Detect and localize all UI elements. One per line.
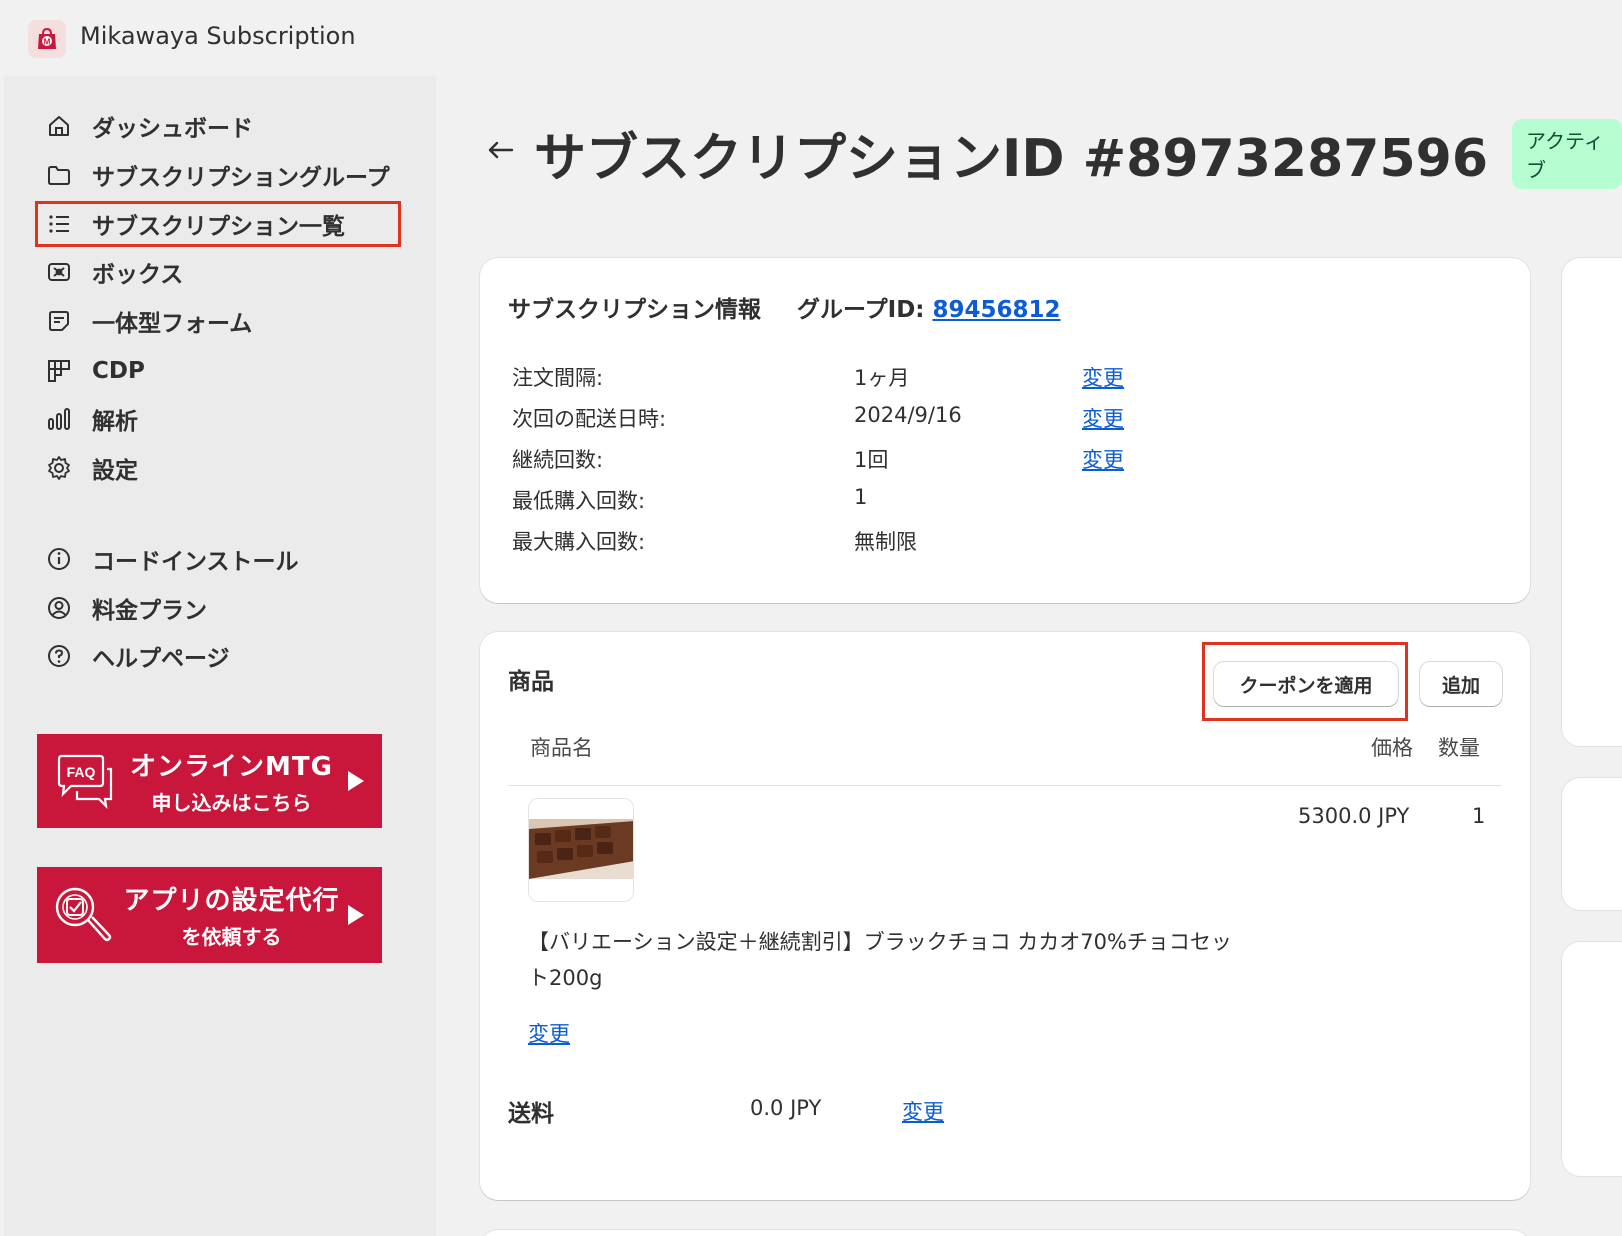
play-arrow-icon: [348, 771, 364, 791]
play-arrow-icon: [348, 905, 364, 925]
svg-text:M: M: [44, 38, 51, 47]
promo-title: オンラインMTG: [130, 752, 333, 782]
sidebar-item-label: ダッシュボード: [92, 116, 253, 142]
app-title: Mikawaya Subscription: [80, 22, 356, 50]
column-quantity: 数量: [1438, 736, 1480, 760]
info-heading: サブスクリプション情報: [508, 297, 761, 323]
sidebar-item-subscription-groups[interactable]: サブスクリプショングループ: [44, 155, 404, 195]
sidebar-item-dashboard[interactable]: ダッシュボード: [44, 106, 404, 146]
sidebar-item-cdp[interactable]: CDP: [44, 351, 404, 391]
side-card: [1562, 942, 1622, 1176]
subscription-info-card: サブスクリプション情報 グループID: 89456812 注文間隔: 1ヶ月 変…: [480, 258, 1530, 603]
sidebar-item-subscription-list[interactable]: サブスクリプション一覧: [35, 201, 401, 247]
shipping-value: 0.0 JPY: [750, 1096, 822, 1120]
sidebar-item-settings[interactable]: 設定: [44, 448, 404, 488]
change-count-link[interactable]: 変更: [1082, 444, 1124, 474]
faq-chat-icon: FAQ: [55, 753, 115, 809]
side-card: [1562, 778, 1622, 910]
promo-title: アプリの設定代行: [123, 886, 340, 916]
sidebar-item-label: ヘルプページ: [92, 646, 230, 672]
sidebar-item-help-page[interactable]: ヘルプページ: [44, 636, 404, 676]
setup-service-banner[interactable]: アプリの設定代行 を依頼する: [37, 867, 382, 963]
sidebar: ダッシュボード サブスクリプショングループ サブスクリプション一覧 ボックス 一…: [4, 76, 436, 1236]
info-icon: [44, 544, 74, 574]
products-card: 商品 クーポンを適用 追加 商品名 価格 数量 5300.0 JPY 1 【バリ…: [480, 632, 1530, 1200]
promo-subtitle: を依頼する: [181, 925, 282, 949]
box-icon: [44, 257, 74, 287]
sidebar-item-label: コードインストール: [92, 549, 299, 575]
info-row: 最大購入回数: 無制限: [512, 530, 917, 554]
table-divider: [508, 785, 1502, 786]
group-id-label: グループID:: [797, 297, 925, 323]
page-header: サブスクリプションID #8973287596 アクティブ: [486, 116, 1622, 191]
status-badge: アクティブ: [1512, 118, 1622, 189]
sidebar-item-label: サブスクリプション一覧: [92, 214, 345, 240]
sidebar-item-label: 解析: [92, 409, 138, 435]
column-product-name: 商品名: [530, 736, 593, 760]
online-mtg-banner[interactable]: FAQ オンラインMTG 申し込みはこちら: [37, 734, 382, 828]
product-price: 5300.0 JPY: [1298, 804, 1410, 828]
info-row: 最低購入回数: 1: [512, 485, 868, 513]
sidebar-item-label: ボックス: [92, 262, 184, 288]
sidebar-item-integrated-form[interactable]: 一体型フォーム: [44, 301, 404, 341]
main-content: サブスクリプションID #8973287596 アクティブ サブスクリプション情…: [436, 76, 1622, 1236]
list-icon: [44, 209, 74, 239]
sidebar-item-box[interactable]: ボックス: [44, 252, 404, 292]
svg-text:FAQ: FAQ: [67, 764, 96, 780]
next-card: [480, 1230, 1530, 1236]
info-row: 次回の配送日時: 2024/9/16 変更: [512, 403, 1124, 433]
sidebar-item-label: 一体型フォーム: [92, 311, 253, 337]
search-check-icon: [51, 883, 115, 947]
app-topbar: M Mikawaya Subscription: [4, 0, 1622, 76]
column-price: 価格: [1371, 736, 1413, 760]
product-name: 【バリエーション設定＋継続割引】ブラックチョコ カカオ70%チョコセット200g: [528, 930, 1232, 990]
info-row: 継続回数: 1回 変更: [512, 444, 1512, 474]
shipping-label: 送料: [508, 1101, 554, 1127]
folder-icon: [44, 160, 74, 190]
grid-icon: [44, 356, 74, 386]
apply-coupon-button[interactable]: クーポンを適用: [1214, 662, 1398, 706]
sidebar-item-code-install[interactable]: コードインストール: [44, 539, 404, 579]
sidebar-item-label: サブスクリプショングループ: [92, 165, 390, 191]
sidebar-item-pricing-plan[interactable]: 料金プラン: [44, 588, 404, 628]
change-delivery-date-link[interactable]: 変更: [1082, 403, 1124, 433]
promo-subtitle: 申し込みはこちら: [151, 791, 312, 815]
page-title: サブスクリプションID #8973287596: [534, 129, 1489, 189]
help-icon: [44, 641, 74, 671]
sidebar-item-analytics[interactable]: 解析: [44, 399, 404, 439]
product-thumbnail: [528, 798, 634, 902]
group-id-link[interactable]: 89456812: [933, 297, 1061, 323]
user-circle-icon: [44, 593, 74, 623]
app-logo-icon: M: [28, 20, 66, 58]
sidebar-item-label: 料金プラン: [92, 598, 207, 624]
change-interval-link[interactable]: 変更: [1082, 362, 1124, 392]
gear-icon: [44, 453, 74, 483]
form-icon: [44, 306, 74, 336]
product-quantity: 1: [1472, 804, 1486, 828]
add-product-button[interactable]: 追加: [1420, 662, 1502, 706]
side-card: [1562, 258, 1622, 746]
home-icon: [44, 111, 74, 141]
analytics-icon: [44, 404, 74, 434]
products-heading: 商品: [508, 669, 554, 695]
change-product-link[interactable]: 変更: [528, 1018, 570, 1048]
change-shipping-link[interactable]: 変更: [902, 1096, 944, 1126]
info-row: 注文間隔: 1ヶ月 変更: [512, 362, 1512, 392]
back-arrow-icon[interactable]: [486, 134, 514, 167]
sidebar-item-label: 設定: [92, 458, 138, 484]
sidebar-item-label: CDP: [92, 358, 145, 384]
